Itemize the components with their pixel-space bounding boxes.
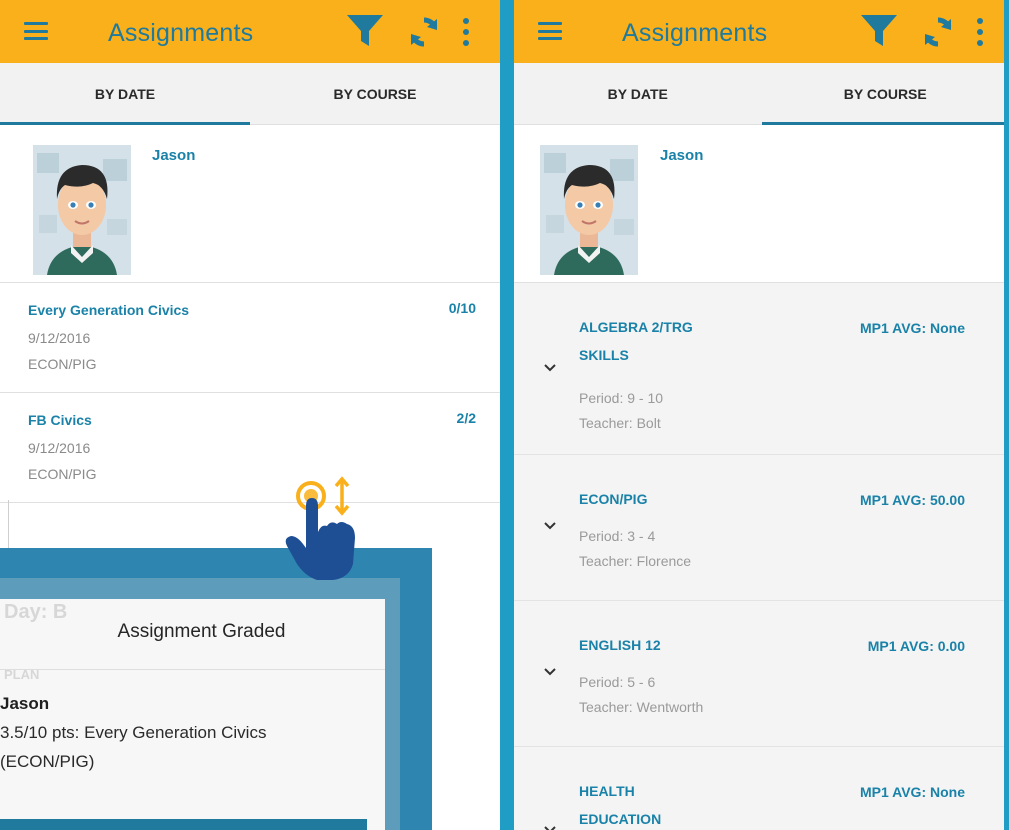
course-item[interactable]: ALGEBRA 2/TRG SKILLS MP1 AVG: None Perio… [514, 283, 1009, 455]
tab-by-date[interactable]: BY DATE [0, 63, 250, 125]
course-item[interactable]: ECON/PIG MP1 AVG: 50.00 Period: 3 - 4 Te… [514, 455, 1009, 601]
refresh-icon[interactable] [922, 16, 954, 48]
filter-icon[interactable] [860, 14, 898, 48]
screen-separator [500, 0, 514, 830]
assignment-item[interactable]: FB Civics 2/2 9/12/2016 ECON/PIG [0, 393, 500, 503]
assignment-item[interactable]: Every Generation Civics 0/10 9/12/2016 E… [0, 283, 500, 393]
notification-course: (ECON/PIG) [0, 752, 95, 771]
menu-icon[interactable] [24, 22, 48, 40]
menu-icon[interactable] [538, 22, 562, 40]
tab-by-course[interactable]: BY COURSE [250, 63, 500, 125]
assignment-course: ECON/PIG [28, 466, 97, 482]
filter-icon[interactable] [346, 14, 384, 48]
course-name: ECON/PIG [579, 491, 648, 507]
right-screen: Assignments BY DATE BY COURSE Jason ALGE… [514, 0, 1009, 830]
assignment-date: 9/12/2016 [28, 330, 91, 346]
assignment-score: 2/2 [456, 410, 476, 426]
course-teacher: Teacher: Bolt [579, 415, 661, 431]
course-item[interactable]: HEALTH EDUCATION MP1 AVG: None [514, 747, 1009, 830]
student-avatar [33, 145, 131, 275]
refresh-icon[interactable] [408, 16, 440, 48]
app-title: Assignments [108, 19, 254, 47]
student-profile[interactable]: Jason [0, 125, 500, 283]
app-bar: Assignments [0, 0, 500, 63]
dialog-action-button[interactable] [0, 819, 367, 830]
course-item[interactable]: ENGLISH 12 MP1 AVG: 0.00 Period: 5 - 6 T… [514, 601, 1009, 747]
app-title: Assignments [622, 19, 768, 47]
swipe-gesture-icon [285, 476, 355, 580]
course-period: Period: 5 - 6 [579, 674, 656, 690]
course-average: MP1 AVG: None [859, 784, 965, 800]
assignment-title: FB Civics [28, 412, 92, 428]
course-list: ALGEBRA 2/TRG SKILLS MP1 AVG: None Perio… [514, 283, 1009, 830]
course-average: MP1 AVG: 0.00 [867, 638, 965, 654]
tab-bar: BY DATE BY COURSE [0, 63, 500, 125]
notification-student: Jason [0, 694, 50, 713]
course-name-line2: EDUCATION [579, 811, 662, 827]
course-name-line2: SKILLS [579, 347, 629, 363]
student-avatar [540, 145, 638, 275]
notification-message: 3.5/10 pts: Every Generation Civics [0, 723, 267, 742]
course-teacher: Teacher: Wentworth [579, 699, 704, 715]
course-name: ENGLISH 12 [579, 637, 661, 653]
assignment-date: 9/12/2016 [28, 440, 91, 456]
tab-bar: BY DATE BY COURSE [514, 63, 1009, 125]
chevron-down-icon[interactable] [543, 363, 557, 373]
student-name: Jason [152, 147, 196, 164]
more-vert-icon[interactable] [462, 18, 470, 46]
tab-by-course[interactable]: BY COURSE [762, 63, 1009, 125]
more-vert-icon[interactable] [976, 18, 984, 46]
app-bar: Assignments [514, 0, 1009, 63]
chevron-down-icon[interactable] [543, 825, 557, 830]
screen-edge [1004, 0, 1009, 830]
assignment-course: ECON/PIG [28, 356, 97, 372]
course-name: ALGEBRA 2/TRG [579, 319, 693, 335]
course-period: Period: 3 - 4 [579, 528, 656, 544]
student-name: Jason [660, 147, 704, 164]
student-profile[interactable]: Jason [514, 125, 1009, 283]
course-average: MP1 AVG: 50.00 [859, 492, 965, 508]
notification-dialog[interactable]: Day: B PLAN Assignment Graded Jason 3.5/… [0, 599, 385, 830]
assignment-score: 0/10 [448, 300, 476, 316]
chevron-down-icon[interactable] [543, 521, 557, 531]
tab-by-date[interactable]: BY DATE [514, 63, 762, 125]
course-teacher: Teacher: Florence [579, 553, 692, 569]
course-period: Period: 9 - 10 [579, 390, 664, 406]
course-average: MP1 AVG: None [859, 320, 965, 336]
notification-title: Assignment Graded [117, 621, 286, 642]
divider [0, 669, 385, 670]
course-name: HEALTH [579, 783, 635, 799]
assignment-title: Every Generation Civics [28, 302, 190, 318]
chevron-down-icon[interactable] [543, 667, 557, 677]
